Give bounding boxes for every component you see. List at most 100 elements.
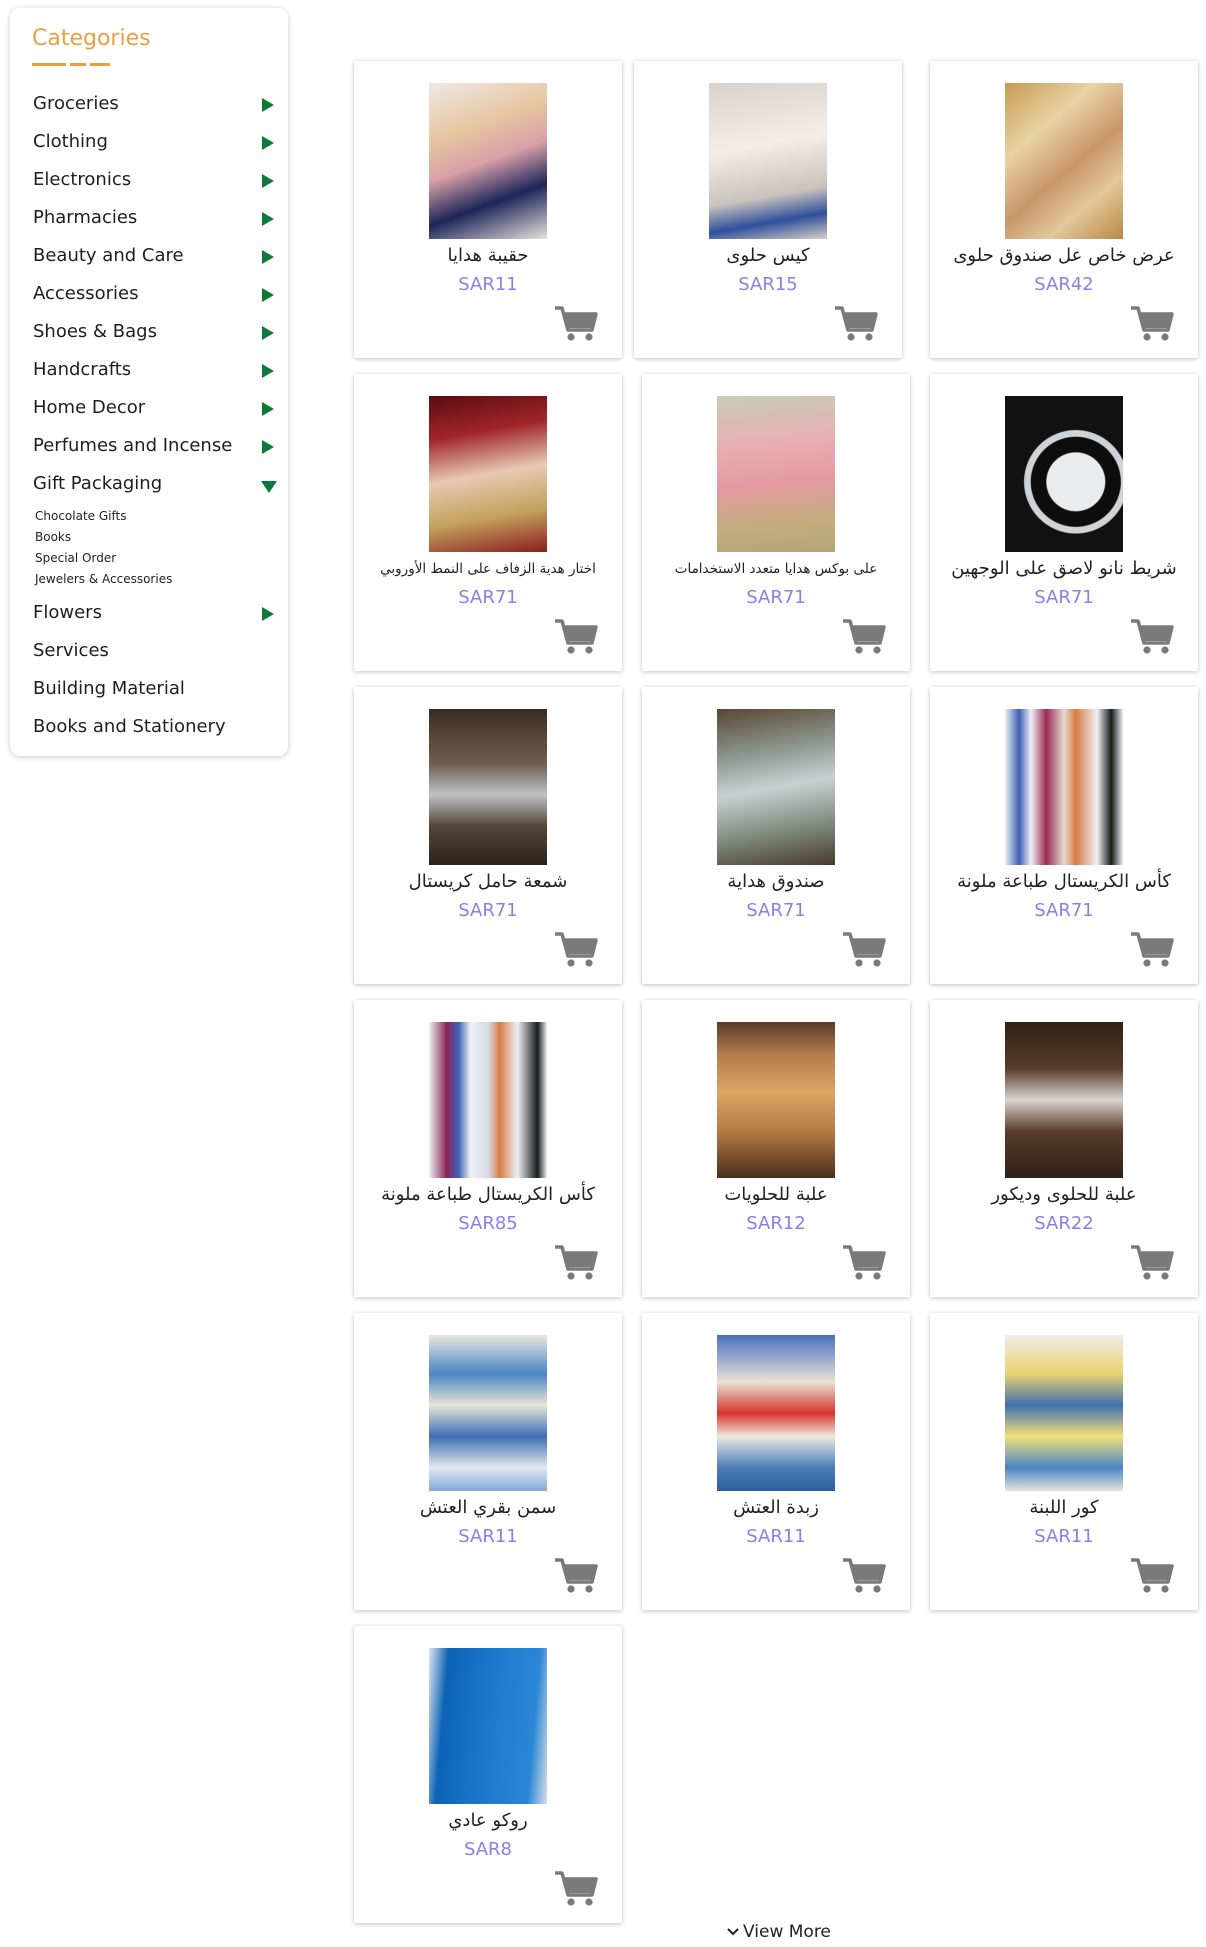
product-card[interactable]: كأس الكريستال طباعة ملونة SAR71 <box>930 687 1198 984</box>
product-name[interactable]: كور اللبنة <box>938 1493 1190 1523</box>
shopping-cart-icon[interactable] <box>1130 1243 1174 1281</box>
triangle-right-icon[interactable] <box>262 364 274 378</box>
shopping-cart-icon[interactable] <box>834 304 878 342</box>
product-card[interactable]: كور اللبنة SAR11 <box>930 1313 1198 1610</box>
shopping-cart-icon[interactable] <box>842 1556 886 1594</box>
product-price: SAR71 <box>746 587 806 608</box>
category-flowers[interactable]: Flowers <box>33 594 283 632</box>
product-card[interactable]: شمعة حامل كريستال SAR71 <box>354 687 622 984</box>
product-name[interactable]: روكو عادي <box>362 1806 614 1836</box>
category-perfumes-incense[interactable]: Perfumes and Incense <box>33 427 283 465</box>
product-name[interactable]: علبة للحلويات <box>650 1180 902 1210</box>
product-image[interactable] <box>709 83 827 239</box>
shopping-cart-icon[interactable] <box>842 617 886 655</box>
shopping-cart-icon[interactable] <box>554 304 598 342</box>
view-more-button[interactable]: View More <box>727 1922 831 1942</box>
product-card[interactable]: روكو عادي SAR8 <box>354 1626 622 1923</box>
category-electronics[interactable]: Electronics <box>33 161 283 199</box>
product-card[interactable]: على بوكس هدايا متعدد الاستخدامات SAR71 <box>642 374 910 671</box>
product-card[interactable]: شريط نانو لاصق على الوجهين SAR71 <box>930 374 1198 671</box>
triangle-right-icon[interactable] <box>262 212 274 226</box>
product-name[interactable]: اختار هدية الزفاف على النمط الأوروبي <box>362 554 614 584</box>
product-card[interactable]: عرض خاص عل صندوق حلوى SAR42 <box>930 61 1198 358</box>
product-image[interactable] <box>1005 1022 1123 1178</box>
product-price: SAR71 <box>1034 587 1094 608</box>
product-image[interactable] <box>429 1022 547 1178</box>
category-beauty-and-care[interactable]: Beauty and Care <box>33 237 283 275</box>
category-clothing[interactable]: Clothing <box>33 123 283 161</box>
triangle-down-icon[interactable] <box>261 481 277 493</box>
product-image[interactable] <box>717 709 835 865</box>
category-label: Building Material <box>33 678 185 699</box>
category-shoes-bags[interactable]: Shoes & Bags <box>33 313 283 351</box>
category-home-decor[interactable]: Home Decor <box>33 389 283 427</box>
product-image[interactable] <box>429 709 547 865</box>
shopping-cart-icon[interactable] <box>1130 617 1174 655</box>
product-name[interactable]: زبدة العتش <box>650 1493 902 1523</box>
triangle-right-icon[interactable] <box>262 136 274 150</box>
product-card[interactable]: صندوق هداية SAR71 <box>642 687 910 984</box>
shopping-cart-icon[interactable] <box>554 617 598 655</box>
product-image[interactable] <box>717 1335 835 1491</box>
triangle-right-icon[interactable] <box>262 288 274 302</box>
product-card[interactable]: علبة للحلوى وديكور SAR22 <box>930 1000 1198 1297</box>
product-name[interactable]: كأس الكريستال طباعة ملونة <box>362 1180 614 1210</box>
shopping-cart-icon[interactable] <box>842 1243 886 1281</box>
product-name[interactable]: على بوكس هدايا متعدد الاستخدامات <box>650 554 902 584</box>
subcategory-chocolate-gifts[interactable]: Chocolate Gifts <box>35 506 283 527</box>
product-card[interactable]: سمن بقري العتش SAR11 <box>354 1313 622 1610</box>
shopping-cart-icon[interactable] <box>1130 304 1174 342</box>
shopping-cart-icon[interactable] <box>1130 1556 1174 1594</box>
product-card[interactable]: زبدة العتش SAR11 <box>642 1313 910 1610</box>
category-books-stationery[interactable]: Books and Stationery <box>33 708 283 746</box>
product-price: SAR11 <box>746 1526 806 1547</box>
product-card[interactable]: كيس حلوى SAR15 <box>634 61 902 358</box>
shopping-cart-icon[interactable] <box>1130 930 1174 968</box>
shopping-cart-icon[interactable] <box>554 1243 598 1281</box>
product-card[interactable]: علبة للحلويات SAR12 <box>642 1000 910 1297</box>
product-image[interactable] <box>1005 1335 1123 1491</box>
category-handcrafts[interactable]: Handcrafts <box>33 351 283 389</box>
product-image[interactable] <box>1005 396 1123 552</box>
product-name[interactable]: كأس الكريستال طباعة ملونة <box>938 867 1190 897</box>
subcategory-jewelers-accessories[interactable]: Jewelers & Accessories <box>35 569 283 590</box>
shopping-cart-icon[interactable] <box>554 930 598 968</box>
product-name[interactable]: سمن بقري العتش <box>362 1493 614 1523</box>
triangle-right-icon[interactable] <box>262 174 274 188</box>
subcategory-books[interactable]: Books <box>35 527 283 548</box>
category-groceries[interactable]: Groceries <box>33 85 283 123</box>
triangle-right-icon[interactable] <box>262 98 274 112</box>
subcategory-special-order[interactable]: Special Order <box>35 548 283 569</box>
product-card[interactable]: حقيبة هدايا SAR11 <box>354 61 622 358</box>
product-name[interactable]: شمعة حامل كريستال <box>362 867 614 897</box>
category-services[interactable]: Services <box>33 632 283 670</box>
shopping-cart-icon[interactable] <box>554 1556 598 1594</box>
category-accessories[interactable]: Accessories <box>33 275 283 313</box>
product-image[interactable] <box>429 83 547 239</box>
product-card[interactable]: اختار هدية الزفاف على النمط الأوروبي SAR… <box>354 374 622 671</box>
product-image[interactable] <box>1005 709 1123 865</box>
product-name[interactable]: حقيبة هدايا <box>362 241 614 271</box>
triangle-right-icon[interactable] <box>262 440 274 454</box>
triangle-right-icon[interactable] <box>262 607 274 621</box>
triangle-right-icon[interactable] <box>262 250 274 264</box>
shopping-cart-icon[interactable] <box>554 1869 598 1907</box>
product-card[interactable]: كأس الكريستال طباعة ملونة SAR85 <box>354 1000 622 1297</box>
product-name[interactable]: علبة للحلوى وديكور <box>938 1180 1190 1210</box>
category-gift-packaging[interactable]: Gift Packaging <box>33 465 283 503</box>
product-image[interactable] <box>429 396 547 552</box>
product-image[interactable] <box>429 1335 547 1491</box>
product-image[interactable] <box>717 396 835 552</box>
product-image[interactable] <box>717 1022 835 1178</box>
product-image[interactable] <box>1005 83 1123 239</box>
product-name[interactable]: عرض خاص عل صندوق حلوى <box>938 241 1190 271</box>
category-pharmacies[interactable]: Pharmacies <box>33 199 283 237</box>
product-name[interactable]: شريط نانو لاصق على الوجهين <box>938 554 1190 584</box>
triangle-right-icon[interactable] <box>262 326 274 340</box>
shopping-cart-icon[interactable] <box>842 930 886 968</box>
category-building-material[interactable]: Building Material <box>33 670 283 708</box>
product-name[interactable]: صندوق هداية <box>650 867 902 897</box>
triangle-right-icon[interactable] <box>262 402 274 416</box>
product-image[interactable] <box>429 1648 547 1804</box>
product-name[interactable]: كيس حلوى <box>642 241 894 271</box>
